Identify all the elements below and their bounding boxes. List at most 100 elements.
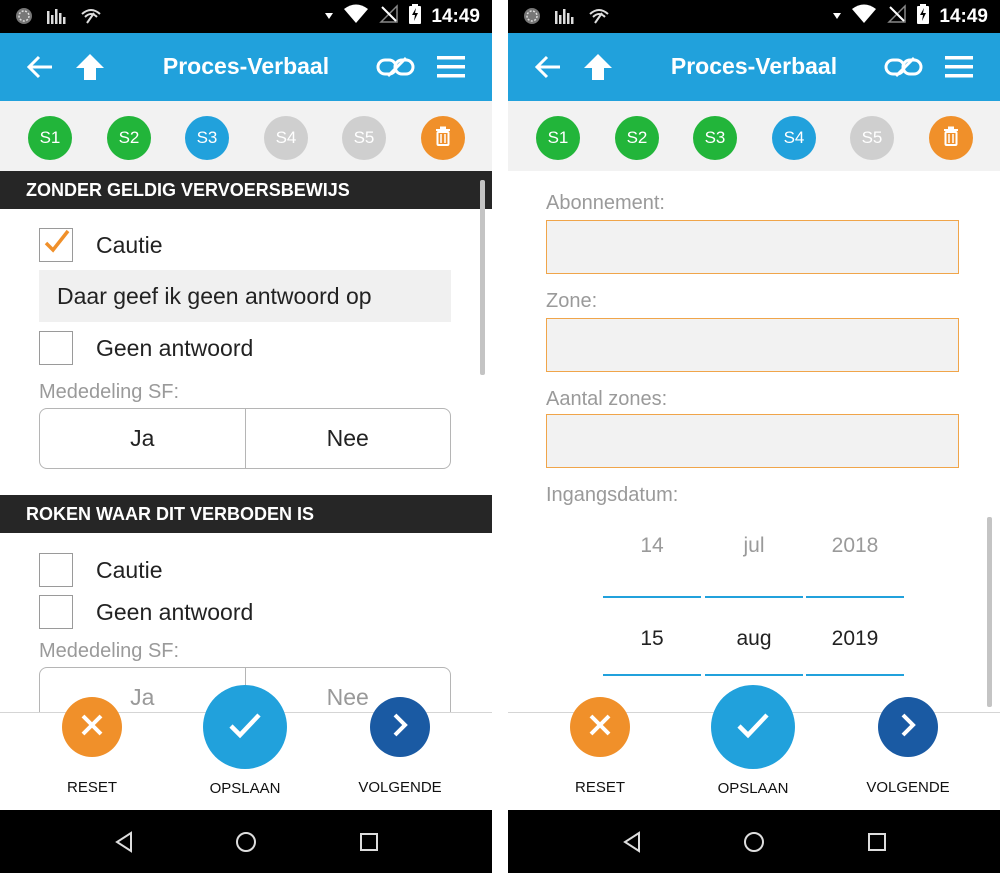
no-signal-icon (379, 4, 399, 29)
date-divider-month-bottom (705, 674, 803, 676)
date-divider-year-bottom (806, 674, 904, 676)
step-2-button[interactable]: S2 (107, 116, 151, 160)
checkmark-icon (736, 711, 770, 744)
date-month-selected[interactable]: aug (705, 627, 803, 651)
status-bar: 14:49 (508, 0, 1000, 33)
date-year-previous[interactable]: 2018 (806, 534, 904, 558)
date-month-previous[interactable]: jul (705, 534, 803, 558)
section-header-smoking: ROKEN WAAR DIT VERBODEN IS (0, 495, 492, 533)
sf-yes-button[interactable]: Ja (40, 409, 245, 468)
status-bar: 14:49 (0, 0, 492, 33)
next-label: VOLGENDE (866, 779, 950, 796)
save-label: OPSLAAN (717, 780, 789, 797)
nav-home-icon[interactable] (234, 830, 258, 854)
data-arrow-icon (833, 8, 842, 26)
battery-charging-icon (917, 4, 930, 29)
next-button[interactable] (370, 697, 430, 757)
action-bar: RESET OPSLAAN VOLGENDE (508, 685, 1000, 810)
step-1-button[interactable]: S1 (536, 116, 580, 160)
nav-back-icon[interactable] (621, 830, 645, 854)
sf-no-button[interactable]: Nee (244, 409, 451, 468)
no-answer-checkbox-2[interactable] (39, 595, 73, 629)
back-arrow-icon[interactable] (528, 47, 568, 87)
step-4-button[interactable]: S4 (772, 116, 816, 160)
date-divider-month-top (705, 596, 803, 598)
step-5-button[interactable]: S5 (850, 116, 894, 160)
answer-text: Daar geef ik geen antwoord op (39, 270, 451, 322)
hotspot-icon (80, 7, 102, 30)
home-arrow-icon[interactable] (70, 47, 110, 87)
action-bar: RESET OPSLAAN VOLGENDE (0, 685, 492, 810)
status-time: 14:49 (939, 5, 988, 27)
step-2-button[interactable]: S2 (615, 116, 659, 160)
app-notification-icon (522, 6, 542, 31)
date-day-selected[interactable]: 15 (603, 627, 701, 651)
no-signal-icon (887, 4, 907, 29)
no-answer-label: Geen antwoord (96, 335, 254, 361)
app-bar: Proces-Verbaal (0, 33, 492, 101)
save-button[interactable] (203, 685, 287, 769)
step-indicator: S1 S2 S3 S4 S5 (508, 101, 1000, 171)
caution-label: Cautie (96, 232, 163, 258)
system-nav-bar (0, 810, 492, 873)
menu-icon[interactable] (939, 47, 979, 87)
scrollbar[interactable] (480, 180, 485, 375)
delete-button[interactable] (929, 116, 973, 160)
status-time: 14:49 (431, 5, 480, 27)
caution-label-2: Cautie (96, 557, 163, 583)
hotspot-icon (588, 7, 610, 30)
reset-label: RESET (574, 779, 625, 796)
phone-screen-left: 14:49 Proces-Verbaal S1 S2 S3 S4 S5 ZOND… (0, 0, 492, 873)
subscription-label: Abonnement: (546, 192, 665, 214)
save-label: OPSLAAN (209, 780, 281, 797)
page-title: Proces-Verbaal (162, 53, 330, 79)
no-answer-label-2: Geen antwoord (96, 599, 254, 625)
close-icon (587, 712, 613, 743)
step-5-button[interactable]: S5 (342, 116, 386, 160)
back-arrow-icon[interactable] (20, 47, 60, 87)
scrollbar[interactable] (987, 517, 992, 707)
save-button[interactable] (711, 685, 795, 769)
page-title: Proces-Verbaal (670, 53, 838, 79)
app-bar: Proces-Verbaal (508, 33, 1000, 101)
next-label: VOLGENDE (358, 779, 442, 796)
reset-button[interactable] (62, 697, 122, 757)
step-1-button[interactable]: S1 (28, 116, 72, 160)
link-icon[interactable] (884, 47, 924, 87)
date-divider-day-top (603, 596, 701, 598)
chevron-right-icon (898, 712, 918, 743)
zone-label: Zone: (546, 290, 598, 312)
reset-label: RESET (66, 779, 117, 796)
step-3-button[interactable]: S3 (185, 116, 229, 160)
close-icon (79, 712, 105, 743)
system-nav-bar (508, 810, 1000, 873)
phone-screen-right: 14:49 Proces-Verbaal S1 S2 S3 S4 S5 Abon… (508, 0, 1000, 873)
subscription-input[interactable] (546, 220, 959, 274)
signal-strength-icon (46, 7, 68, 30)
zone-input[interactable] (546, 318, 959, 372)
zones-count-input[interactable] (546, 414, 959, 468)
menu-icon[interactable] (431, 47, 471, 87)
date-year-selected[interactable]: 2019 (806, 627, 904, 651)
caution-checkbox[interactable] (39, 228, 73, 262)
step-4-button[interactable]: S4 (264, 116, 308, 160)
date-day-previous[interactable]: 14 (603, 534, 701, 558)
home-arrow-icon[interactable] (578, 47, 618, 87)
no-answer-checkbox[interactable] (39, 331, 73, 365)
nav-home-icon[interactable] (742, 830, 766, 854)
battery-charging-icon (409, 4, 422, 29)
reset-button[interactable] (570, 697, 630, 757)
link-icon[interactable] (376, 47, 416, 87)
next-button[interactable] (878, 697, 938, 757)
trash-icon (435, 126, 451, 151)
section-header-no-ticket: ZONDER GELDIG VERVOERSBEWIJS (0, 171, 492, 209)
chevron-right-icon (390, 712, 410, 743)
caution-checkbox-2[interactable] (39, 553, 73, 587)
step-3-button[interactable]: S3 (693, 116, 737, 160)
nav-recents-icon[interactable] (865, 830, 889, 854)
checkmark-icon (228, 711, 262, 744)
data-arrow-icon (325, 8, 334, 26)
nav-back-icon[interactable] (113, 830, 137, 854)
nav-recents-icon[interactable] (357, 830, 381, 854)
delete-button[interactable] (421, 116, 465, 160)
